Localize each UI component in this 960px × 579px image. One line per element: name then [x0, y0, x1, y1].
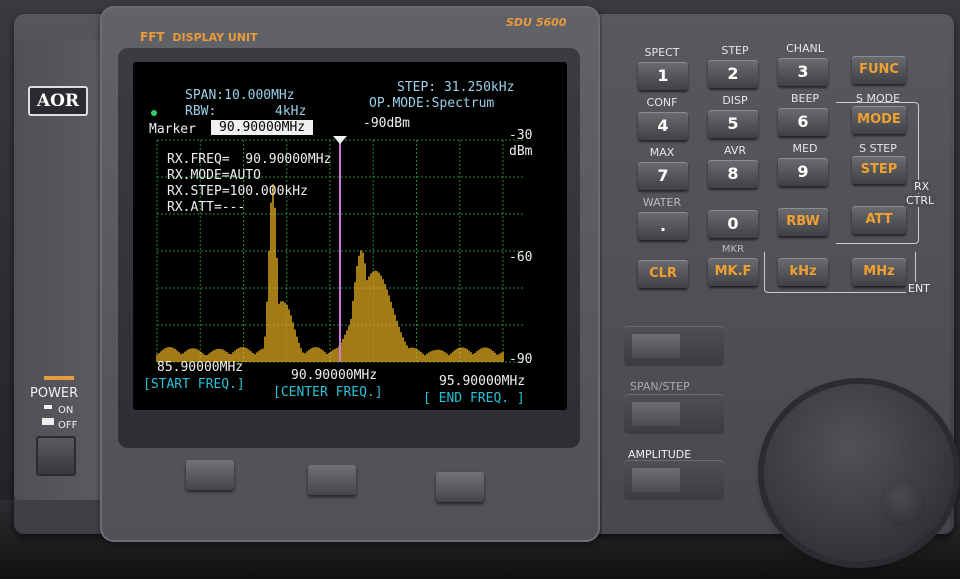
- span-step-label: SPAN/STEP: [630, 380, 690, 393]
- start-freq-softkey-label: [START FREQ.]: [143, 377, 245, 392]
- power-label: POWER: [30, 386, 79, 401]
- scale-unit: dBm: [509, 144, 533, 159]
- spectrum-plot: [156, 136, 523, 363]
- ent-bracket: [764, 252, 916, 293]
- rx-step: RX.STEP=100.000kHz: [167, 184, 308, 199]
- key-6[interactable]: 6: [778, 108, 828, 136]
- start-freq-softkey[interactable]: [186, 460, 234, 490]
- mk-f-button[interactable]: MK.F: [708, 258, 758, 286]
- center-freq-softkey[interactable]: [308, 465, 356, 495]
- power-button[interactable]: [36, 436, 76, 476]
- chanl-label: CHANL: [786, 42, 824, 55]
- span-step-key[interactable]: [624, 394, 724, 434]
- softkey-tick: [212, 416, 214, 436]
- scale-top: -30: [509, 128, 533, 143]
- ctrl-label: CTRL: [904, 194, 937, 207]
- spectrum-screen: SPAN:10.000MHz STEP: 31.250kHz RBW: 4kHz…: [133, 62, 567, 410]
- med-label: MED: [792, 142, 818, 155]
- key-dot[interactable]: .: [638, 212, 688, 240]
- function-key-1-cap: [632, 334, 680, 358]
- rx-att: RX.ATT=---: [167, 200, 246, 215]
- scale-mid: -60: [509, 250, 533, 265]
- center-freq-softkey-label: [CENTER FREQ.]: [273, 385, 383, 400]
- key-0[interactable]: 0: [708, 210, 758, 238]
- end-freq: 95.90000MHz: [439, 374, 526, 389]
- step-fn-label: STEP: [721, 44, 749, 57]
- water-label: WATER: [642, 196, 682, 209]
- amplitude-key[interactable]: [624, 460, 724, 500]
- beep-label: BEEP: [790, 92, 820, 105]
- key-7[interactable]: 7: [638, 162, 688, 190]
- func-button[interactable]: FUNC: [852, 56, 906, 84]
- key-5[interactable]: 5: [708, 110, 758, 138]
- fft-label: FFT: [140, 30, 165, 44]
- knob-finger-dimple: [880, 480, 926, 526]
- max-label: MAX: [649, 146, 675, 159]
- start-freq: 85.90000MHz: [157, 360, 244, 375]
- softkey-tick: [332, 416, 334, 436]
- power-off-label: OFF: [58, 420, 78, 431]
- model-label: SDU 5600: [506, 16, 567, 29]
- disp-label: DISP: [722, 94, 748, 107]
- power-indicator: [44, 376, 74, 380]
- rx-mode: RX.MODE=AUTO: [167, 168, 261, 183]
- display-unit-label: DISPLAY UNIT: [172, 31, 258, 44]
- end-freq-softkey-label: [ END FREQ. ]: [423, 391, 525, 406]
- span-step-key-cap: [632, 402, 680, 426]
- end-freq-softkey[interactable]: [436, 472, 484, 502]
- power-on-icon: [44, 405, 52, 409]
- rx-ctrl-bracket: [836, 102, 919, 244]
- aor-logo: AOR: [28, 86, 88, 116]
- key-1[interactable]: 1: [638, 62, 688, 90]
- rbw-button[interactable]: RBW: [778, 208, 828, 236]
- function-key-1[interactable]: [624, 326, 724, 366]
- marker-triangle: [333, 136, 347, 144]
- mkr-label: MKR: [721, 244, 745, 255]
- conf-label: CONF: [646, 96, 678, 109]
- scale-bot: -90: [509, 352, 533, 367]
- softkey-tick: [462, 420, 464, 440]
- tuning-knob[interactable]: [764, 384, 954, 562]
- power-off-icon: [42, 418, 54, 425]
- amplitude-key-cap: [632, 468, 680, 492]
- rx-freq: RX.FREQ= 90.90000MHz: [167, 152, 332, 167]
- clr-button[interactable]: CLR: [638, 260, 688, 288]
- center-freq: 90.90000MHz: [291, 368, 378, 383]
- key-4[interactable]: 4: [638, 112, 688, 140]
- rx-label: RX: [912, 180, 932, 193]
- ent-label: ENT: [906, 282, 932, 295]
- key-2[interactable]: 2: [708, 60, 758, 88]
- unit-title: FFT DISPLAY UNIT: [140, 30, 258, 44]
- spect-label: SPECT: [644, 46, 680, 59]
- avr-label: AVR: [724, 144, 746, 157]
- power-on-label: ON: [58, 405, 74, 416]
- key-3[interactable]: 3: [778, 58, 828, 86]
- key-9[interactable]: 9: [778, 158, 828, 186]
- key-8[interactable]: 8: [708, 160, 758, 188]
